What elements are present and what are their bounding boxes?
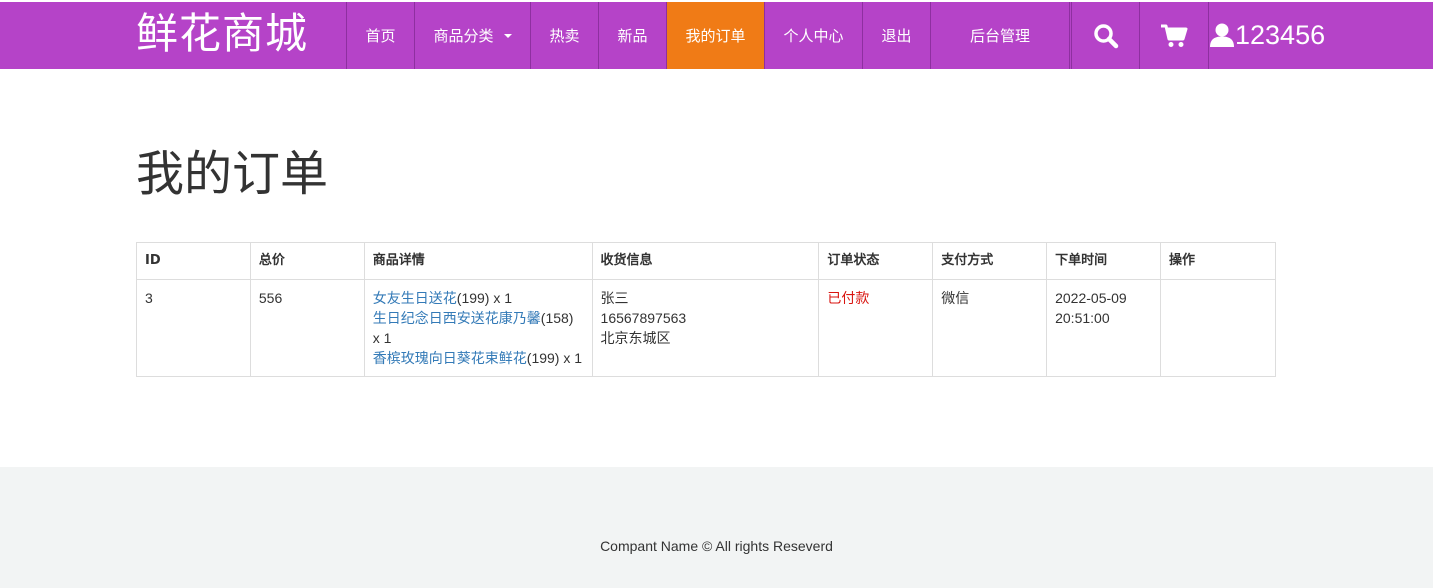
order-items: 女友生日送花(199) x 1 生日纪念日西安送花康乃馨(158) x 1 香槟…	[363, 279, 593, 377]
username: 123456	[1235, 20, 1326, 50]
user-icon	[1210, 23, 1234, 47]
product-link[interactable]: 女友生日送花	[373, 290, 457, 306]
order-status: 已付款	[818, 279, 934, 377]
nav-label: 退出	[881, 27, 912, 45]
recipient-name: 张三	[600, 290, 629, 306]
nav-item-categories[interactable]: 商品分类	[414, 2, 530, 69]
footer: Compant Name © All rights Reseverd	[0, 467, 1433, 588]
nav-item-logout[interactable]: 退出	[862, 2, 930, 69]
nav-item-my-orders[interactable]: 我的订单	[666, 2, 764, 69]
caret-down-icon	[503, 33, 512, 38]
cart-icon	[1161, 24, 1188, 47]
search-button[interactable]	[1071, 2, 1139, 69]
top-navbar: 鲜花商城 首页 商品分类 热卖 新品 我的订单 个人中心 退出 后台管理 123…	[0, 2, 1433, 69]
payment-method: 微信	[932, 279, 1048, 377]
column-header-date: 下单时间	[1046, 242, 1162, 280]
table-row: 3 556 女友生日送花(199) x 1 生日纪念日西安送花康乃馨(158) …	[136, 279, 1276, 377]
user-account[interactable]: 123456	[1208, 2, 1325, 69]
shipping-info: 张三 16567897563 北京东城区	[591, 279, 820, 377]
order-item: 生日纪念日西安送花康乃馨(158) x 1	[373, 308, 584, 348]
icon-nav	[1071, 2, 1208, 69]
order-item: 女友生日送花(199) x 1	[373, 288, 584, 308]
page-title: 我的订单	[136, 146, 329, 202]
nav-item-hot[interactable]: 热卖	[530, 2, 598, 69]
column-header-shipping: 收货信息	[591, 242, 820, 280]
brand-logo[interactable]: 鲜花商城	[136, 6, 308, 62]
recipient-phone: 16567897563	[600, 310, 687, 326]
nav-label: 新品	[617, 27, 648, 45]
product-qty: (199) x 1	[526, 350, 583, 366]
main-nav: 首页 商品分类 热卖 新品 我的订单 个人中心 退出 后台管理	[346, 2, 1070, 69]
footer-copyright: Compant Name © All rights Reseverd	[600, 538, 833, 554]
column-header-id: ID	[136, 242, 251, 280]
order-time: 20:51:00	[1055, 310, 1110, 326]
nav-item-profile[interactable]: 个人中心	[764, 2, 862, 69]
nav-item-new[interactable]: 新品	[598, 2, 666, 69]
nav-item-home[interactable]: 首页	[346, 2, 414, 69]
nav-label: 后台管理	[969, 27, 1030, 45]
nav-label: 我的订单	[685, 27, 746, 45]
order-id: 3	[136, 279, 251, 377]
column-header-items: 商品详情	[363, 242, 593, 280]
recipient-address: 北京东城区	[600, 330, 671, 346]
column-header-actions: 操作	[1160, 242, 1276, 280]
orders-table: ID 总价 商品详情 收货信息 订单状态 支付方式 下单时间 操作 3 556 …	[136, 242, 1276, 377]
product-link[interactable]: 生日纪念日西安送花康乃馨	[373, 310, 541, 326]
column-header-total: 总价	[249, 242, 365, 280]
search-icon	[1093, 23, 1118, 48]
column-header-payment: 支付方式	[932, 242, 1048, 280]
table-header-row: ID 总价 商品详情 收货信息 订单状态 支付方式 下单时间 操作	[136, 242, 1276, 280]
order-total: 556	[249, 279, 365, 377]
nav-label: 商品分类	[433, 27, 494, 45]
product-link[interactable]: 香槟玫瑰向日葵花束鲜花	[373, 350, 527, 366]
nav-label: 首页	[365, 27, 396, 45]
order-date: 2022-05-09	[1055, 290, 1127, 306]
cart-button[interactable]	[1139, 2, 1208, 69]
order-item: 香槟玫瑰向日葵花束鲜花(199) x 1	[373, 348, 584, 368]
order-datetime: 2022-05-09 20:51:00	[1046, 279, 1162, 377]
order-actions	[1160, 279, 1276, 377]
nav-label: 个人中心	[783, 27, 844, 45]
nav-item-admin[interactable]: 后台管理	[930, 2, 1070, 69]
nav-label: 热卖	[549, 27, 580, 45]
column-header-status: 订单状态	[818, 242, 934, 280]
product-qty: (199) x 1	[456, 290, 513, 306]
